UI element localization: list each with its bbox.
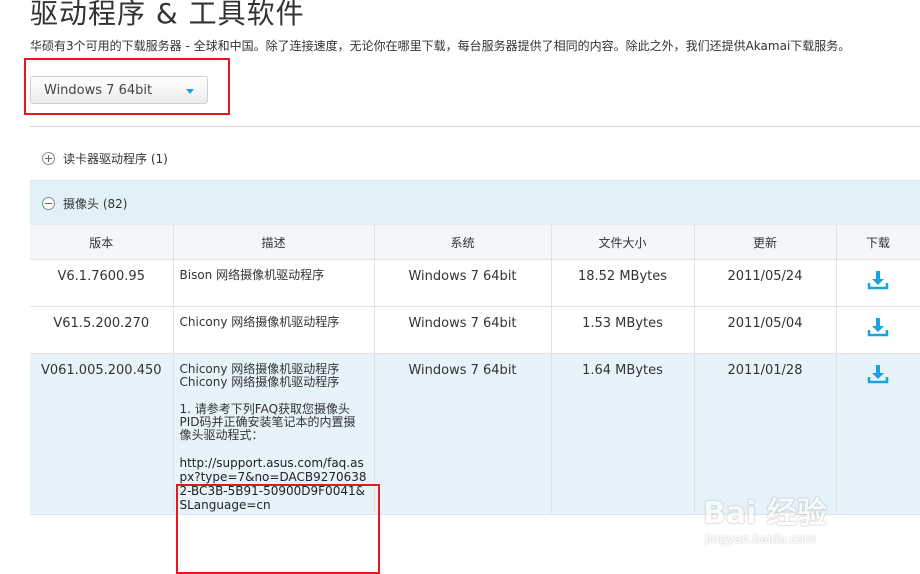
table-row: V061.005.200.450 Chicony 网络摄像机驱动程序 Chico… bbox=[30, 353, 920, 515]
watermark-url: jingyan.baidu.com bbox=[705, 532, 816, 546]
col-header-os: 系统 bbox=[374, 225, 552, 260]
cell-download bbox=[836, 259, 920, 307]
cell-size: 1.53 MBytes bbox=[551, 306, 695, 354]
description-note: 1. 请参考下列FAQ获取您摄像头PID码并正确安装笔记本的内置摄像头驱动程式： bbox=[179, 402, 356, 442]
os-select-value: Windows 7 64bit bbox=[44, 82, 153, 98]
cell-description: Bison 网络摄像机驱动程序 bbox=[173, 259, 375, 307]
table-row: V61.5.200.270 Chicony 网络摄像机驱动程序 Windows … bbox=[30, 306, 920, 354]
description-title-repeat: Chicony 网络摄像机驱动程序 bbox=[179, 375, 340, 389]
cell-os: Windows 7 64bit bbox=[374, 353, 552, 515]
category-label: 读卡器驱动程序 (1) bbox=[63, 151, 168, 166]
cell-size: 18.52 MBytes bbox=[551, 259, 695, 307]
expand-plus-icon[interactable] bbox=[42, 151, 55, 165]
col-header-date: 更新 bbox=[694, 225, 837, 260]
cell-date: 2011/01/28 bbox=[694, 353, 837, 515]
cell-version: V061.005.200.450 bbox=[30, 353, 174, 515]
cell-os: Windows 7 64bit bbox=[374, 259, 552, 307]
col-header-download: 下载 bbox=[836, 225, 920, 260]
collapse-minus-icon[interactable] bbox=[42, 197, 55, 210]
cell-download bbox=[836, 353, 920, 515]
chevron-down-icon bbox=[186, 89, 194, 94]
cell-version: V6.1.7600.95 bbox=[30, 259, 174, 307]
driver-table: 版本 描述 系统 文件大小 更新 下载 V6.1.7600.95 Bison 网… bbox=[30, 225, 920, 515]
section-divider bbox=[30, 126, 920, 127]
cell-date: 2011/05/24 bbox=[694, 259, 837, 307]
download-icon[interactable] bbox=[867, 316, 889, 338]
cell-os: Windows 7 64bit bbox=[374, 306, 552, 354]
col-header-size: 文件大小 bbox=[551, 225, 695, 260]
cell-description: Chicony 网络摄像机驱动程序 Chicony 网络摄像机驱动程序 1. 请… bbox=[173, 353, 375, 515]
page-title: 驱动程序 & 工具软件 bbox=[30, 0, 305, 30]
cell-date: 2011/05/04 bbox=[694, 306, 837, 354]
cell-size: 1.64 MBytes bbox=[551, 353, 695, 515]
download-icon[interactable] bbox=[867, 363, 889, 385]
cell-download bbox=[836, 306, 920, 354]
os-select-dropdown[interactable]: Windows 7 64bit bbox=[30, 76, 208, 104]
col-header-description: 描述 bbox=[173, 225, 375, 260]
faq-link[interactable]: http://support.asus.com/faq.aspx?type=7&… bbox=[180, 456, 368, 514]
category-card-reader[interactable]: 读卡器驱动程序 (1) bbox=[30, 136, 920, 180]
intro-text: 华硕有3个可用的下载服务器 - 全球和中国。除了连接速度，无论你在哪里下载，每台… bbox=[30, 39, 851, 53]
cell-version: V61.5.200.270 bbox=[30, 306, 174, 354]
cell-description: Chicony 网络摄像机驱动程序 bbox=[173, 306, 375, 354]
download-icon[interactable] bbox=[867, 269, 889, 291]
table-header-row: 版本 描述 系统 文件大小 更新 下载 bbox=[30, 225, 920, 260]
col-header-version: 版本 bbox=[30, 225, 174, 260]
category-label: 摄像头 (82) bbox=[63, 197, 128, 211]
category-camera[interactable]: 摄像头 (82) bbox=[30, 180, 920, 226]
table-row: V6.1.7600.95 Bison 网络摄像机驱动程序 Windows 7 6… bbox=[30, 259, 920, 307]
